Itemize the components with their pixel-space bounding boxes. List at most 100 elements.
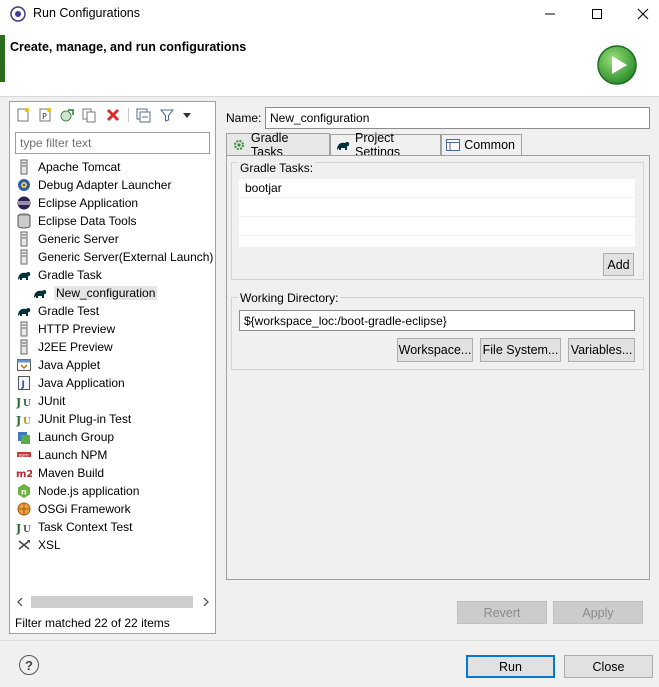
task-row[interactable] xyxy=(239,198,635,217)
run-banner-icon xyxy=(596,44,638,86)
tab-gradle-tasks[interactable]: Gradle Tasks xyxy=(226,131,330,159)
minimize-button[interactable] xyxy=(527,0,573,28)
gradle-tasks-group-label: Gradle Tasks: xyxy=(238,161,316,175)
gradle-tasks-list[interactable]: bootjar xyxy=(239,179,635,247)
osgi-icon xyxy=(16,501,32,517)
task-row[interactable]: bootjar xyxy=(239,179,635,198)
java-application-icon: J xyxy=(16,375,32,391)
name-label: Name: xyxy=(226,111,262,125)
run-configurations-app-icon xyxy=(10,6,26,22)
workspace-button[interactable]: Workspace... xyxy=(397,338,473,362)
configuration-tree-panel: P Apache Tomcat Debug Adapter Launcher E… xyxy=(9,101,216,634)
server-icon xyxy=(16,339,32,355)
gradle-icon xyxy=(32,285,48,301)
svg-text:J: J xyxy=(16,414,21,427)
scrollbar-thumb[interactable] xyxy=(31,596,193,608)
server-icon xyxy=(16,321,32,337)
export-icon[interactable] xyxy=(58,106,76,124)
tree-item-http-preview[interactable]: HTTP Preview xyxy=(16,320,115,338)
filter-input[interactable] xyxy=(15,132,210,154)
launch-group-icon xyxy=(16,429,32,445)
help-icon[interactable]: ? xyxy=(19,655,39,675)
svg-text:P: P xyxy=(42,112,47,121)
server-icon xyxy=(16,249,32,265)
title-bar: Run Configurations xyxy=(0,0,659,28)
horizontal-scrollbar[interactable] xyxy=(15,595,211,609)
add-task-button[interactable]: Add xyxy=(603,253,634,276)
svg-text:U: U xyxy=(23,417,31,427)
tree-item-debug-adapter-launcher[interactable]: Debug Adapter Launcher xyxy=(16,176,171,194)
gradle-icon xyxy=(16,267,32,283)
close-button[interactable]: Close xyxy=(564,655,653,678)
junit-plugin-icon: JU xyxy=(16,411,32,427)
tree-item-maven-build[interactable]: m2 Maven Build xyxy=(16,464,104,482)
junit-icon: JU xyxy=(16,393,32,409)
server-icon xyxy=(16,231,32,247)
variables-button[interactable]: Variables... xyxy=(568,338,635,362)
maximize-button[interactable] xyxy=(574,0,620,28)
eclipse-icon xyxy=(16,195,32,211)
tree-item-eclipse-data-tools[interactable]: Eclipse Data Tools xyxy=(16,212,137,230)
name-input[interactable] xyxy=(265,107,650,129)
gear-icon xyxy=(231,137,247,153)
bottom-separator xyxy=(0,640,659,641)
tree-item-apache-tomcat[interactable]: Apache Tomcat xyxy=(16,158,121,176)
tab-project-settings[interactable]: Project Settings xyxy=(330,131,441,159)
tree-item-osgi-framework[interactable]: OSGi Framework xyxy=(16,500,131,518)
tree-item-new-configuration[interactable]: New_configuration xyxy=(32,284,158,302)
nodejs-icon: n xyxy=(16,483,32,499)
tree-item-gradle-task[interactable]: Gradle Task xyxy=(16,266,102,284)
file-system-button[interactable]: File System... xyxy=(480,338,561,362)
svg-text:U: U xyxy=(23,525,31,535)
working-directory-group-label: Working Directory: xyxy=(238,291,341,305)
tree-item-java-application[interactable]: J Java Application xyxy=(16,374,125,392)
new-prototype-icon[interactable]: P xyxy=(36,106,54,124)
maven-icon: m2 xyxy=(16,465,32,481)
tree-item-xsl[interactable]: XSL xyxy=(16,536,61,554)
working-directory-input[interactable] xyxy=(239,310,635,331)
tree-item-junit[interactable]: JU JUnit xyxy=(16,392,65,410)
gradle-icon xyxy=(16,303,32,319)
tree-item-generic-server[interactable]: Generic Server xyxy=(16,230,119,248)
filter-icon[interactable] xyxy=(158,106,176,124)
svg-text:J: J xyxy=(21,380,25,390)
scroll-left-icon[interactable] xyxy=(15,597,25,607)
background-window-edge xyxy=(0,35,5,82)
tree-item-task-context-test[interactable]: JU Task Context Test xyxy=(16,518,133,536)
tree-item-junit-plugin-test[interactable]: JU JUnit Plug-in Test xyxy=(16,410,131,428)
close-window-button[interactable] xyxy=(620,0,659,28)
tree-item-java-applet[interactable]: Java Applet xyxy=(16,356,100,374)
minimize-icon xyxy=(545,13,555,15)
task-row[interactable] xyxy=(239,217,635,236)
tree-item-j2ee-preview[interactable]: J2EE Preview xyxy=(16,338,113,356)
window-title: Run Configurations xyxy=(33,6,141,20)
database-icon xyxy=(16,213,32,229)
svg-text:J: J xyxy=(16,522,21,535)
tab-common[interactable]: Common xyxy=(441,134,522,155)
scroll-right-icon[interactable] xyxy=(201,597,211,607)
dialog-header: Create, manage, and run configurations xyxy=(0,28,659,97)
new-configuration-icon[interactable] xyxy=(14,106,32,124)
apply-button[interactable]: Apply xyxy=(553,601,643,624)
tree-item-eclipse-application[interactable]: Eclipse Application xyxy=(16,194,138,212)
svg-text:npm: npm xyxy=(19,453,29,458)
server-icon xyxy=(16,159,32,175)
tree-item-gradle-test[interactable]: Gradle Test xyxy=(16,302,99,320)
tree-item-launch-group[interactable]: Launch Group xyxy=(16,428,114,446)
view-menu-icon[interactable] xyxy=(178,106,196,124)
revert-button[interactable]: Revert xyxy=(457,601,547,624)
tree-item-nodejs-application[interactable]: n Node.js application xyxy=(16,482,139,500)
svg-text:m2: m2 xyxy=(16,469,32,480)
tree-item-generic-server-external[interactable]: Generic Server(External Launch) xyxy=(16,248,213,266)
tree-item-launch-npm[interactable]: npm Launch NPM xyxy=(16,446,107,464)
filter-status-text: Filter matched 22 of 22 items xyxy=(15,616,170,630)
gradle-icon xyxy=(335,137,351,153)
maximize-icon xyxy=(592,9,602,19)
close-icon xyxy=(637,8,649,20)
xsl-icon xyxy=(16,537,32,553)
collapse-all-icon[interactable] xyxy=(134,106,152,124)
run-button[interactable]: Run xyxy=(466,655,555,678)
duplicate-icon[interactable] xyxy=(80,106,98,124)
common-tab-icon xyxy=(446,137,461,153)
delete-icon[interactable] xyxy=(104,106,122,124)
